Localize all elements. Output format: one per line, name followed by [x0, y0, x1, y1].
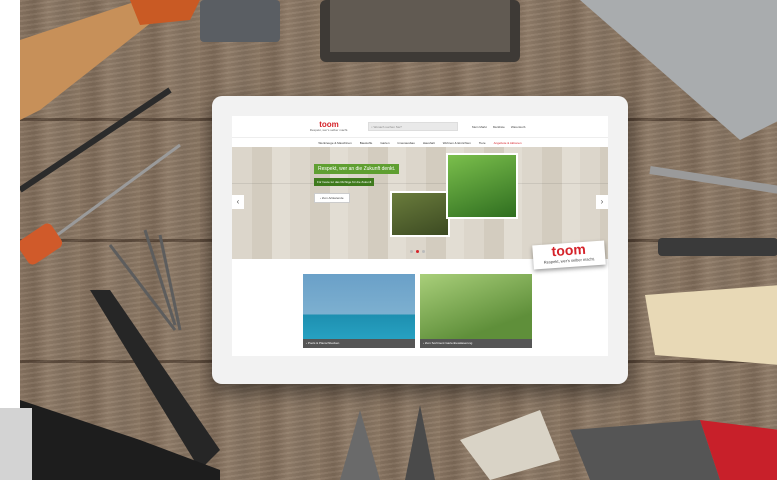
nav-item[interactable]: Garten: [380, 141, 389, 145]
drill-bit: [649, 166, 777, 194]
tile-caption: › Pools & Planschbecken: [303, 339, 415, 348]
tile-caption: › Zum Sortiment Gartenbewässerung: [420, 339, 532, 348]
tablet: toom Respekt, wer's selber macht. ⌕ Wona…: [212, 96, 628, 384]
nav-item[interactable]: Werkzeuge & Maschinen: [318, 141, 351, 145]
hero-photo-bee-flower: [446, 153, 518, 219]
slider-dot-active[interactable]: [416, 250, 419, 253]
toom-sticker: toom Respekt, wer's selber macht.: [532, 240, 606, 270]
site-header: toom Respekt, wer's selber macht. ⌕ Wona…: [232, 116, 608, 138]
folding-rule: [645, 285, 777, 365]
slider-dots: [410, 250, 425, 253]
tile-garden-watering[interactable]: › Zum Sortiment Gartenbewässerung: [420, 274, 532, 348]
nav-item[interactable]: Tiere: [479, 141, 486, 145]
hero-subtitle: Für heute tut das Richtige für die Zukun…: [314, 178, 375, 186]
hero-button[interactable]: › Zum Artikelende: [314, 193, 350, 203]
nav-item[interactable]: Wohnen & Einrichten: [443, 141, 471, 145]
slider-dot[interactable]: [410, 250, 413, 253]
toom-logo[interactable]: toom Respekt, wer's selber macht.: [300, 121, 358, 133]
chisel: [658, 238, 777, 256]
slider-dot[interactable]: [422, 250, 425, 253]
header-links: Mein Markt Merkliste Warenkorb: [472, 125, 525, 129]
hero-title: Respekt, wer an die Zukunft denkt.: [314, 164, 400, 174]
slider-next-button[interactable]: ›: [596, 195, 608, 209]
bottom-tools: [340, 405, 777, 480]
tablet-screen: toom Respekt, wer's selber macht. ⌕ Wona…: [232, 116, 608, 356]
overlay-box: [0, 408, 32, 480]
slider-prev-button[interactable]: ‹: [232, 195, 244, 209]
nav-item[interactable]: Baustoffe: [360, 141, 373, 145]
header-link-market[interactable]: Mein Markt: [472, 125, 487, 129]
header-link-watchlist[interactable]: Merkliste: [493, 125, 505, 129]
nav-item-active[interactable]: Angebote & Aktionen: [494, 141, 522, 145]
tile-pools[interactable]: › Pools & Planschbecken: [303, 274, 415, 348]
nav-item[interactable]: Innenausbau: [397, 141, 414, 145]
teaser-tiles: › Pools & Planschbecken › Zum Sortiment …: [303, 274, 532, 348]
header-link-cart[interactable]: Warenkorb: [511, 125, 526, 129]
hero-photo-nest: [390, 191, 450, 237]
search-input[interactable]: ⌕ Wonach suchen Sie?: [368, 122, 458, 131]
brush: [320, 0, 520, 62]
nav-item[interactable]: Haushalt: [423, 141, 435, 145]
